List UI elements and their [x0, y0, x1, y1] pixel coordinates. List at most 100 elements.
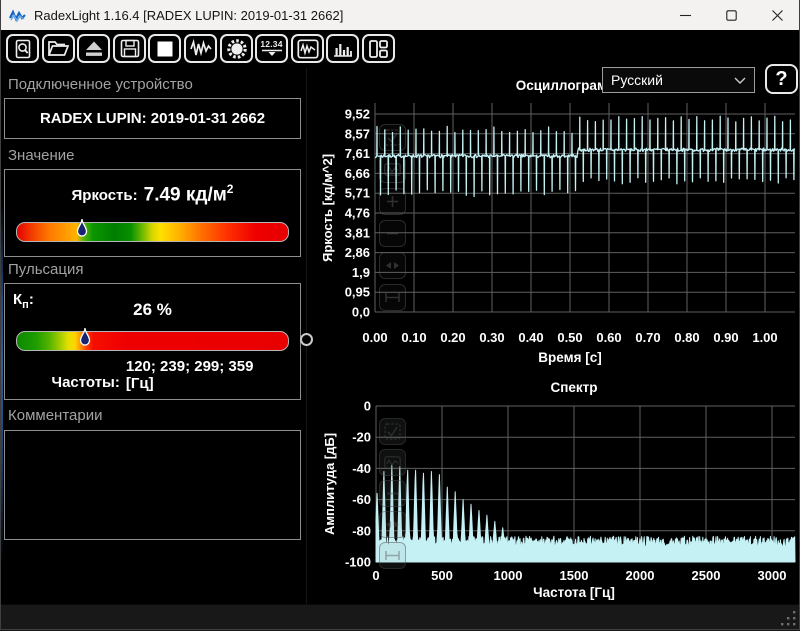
oscillogram-ylabel: Яркость [кд/м^2]: [320, 103, 335, 313]
svg-text:0: 0: [364, 399, 371, 414]
stop-measurement-button[interactable]: [148, 34, 181, 63]
svg-text:9,52: 9,52: [345, 107, 370, 122]
svg-text:1.00: 1.00: [752, 330, 777, 345]
bar-chart-icon: [332, 39, 354, 58]
frequencies-label: Частоты:: [52, 374, 120, 392]
chart-trace-button[interactable]: [379, 449, 406, 476]
svg-text:6,66: 6,66: [345, 166, 370, 181]
window-controls: [662, 0, 800, 30]
help-label: ?: [775, 68, 787, 91]
spectrum-chart: Спектр Амплитуда [дБ] Частота [Гц] 05001…: [318, 378, 800, 610]
layout-view-button[interactable]: [362, 34, 395, 63]
oscillogram-view-button[interactable]: [291, 34, 324, 63]
svg-text:0.70: 0.70: [635, 330, 660, 345]
device-section-header: Подключенное устройство: [8, 76, 193, 93]
resize-grip[interactable]: [781, 611, 796, 626]
save-icon: [120, 39, 140, 58]
minimize-button[interactable]: [662, 0, 708, 30]
language-select[interactable]: Русский: [602, 67, 755, 93]
fit-arrows-icon: [384, 517, 401, 532]
statusbar: [0, 604, 800, 631]
maximize-icon: [726, 10, 737, 21]
frequencies-value: 120; 239; 299; 359[Гц]: [126, 358, 254, 393]
svg-text:7,61: 7,61: [345, 146, 370, 161]
spectrum-xlabel: Частота [Гц]: [376, 585, 772, 600]
close-button[interactable]: [754, 0, 800, 30]
layout-icon: [368, 39, 389, 59]
svg-text:1000: 1000: [494, 568, 523, 583]
svg-text:-40: -40: [352, 461, 371, 476]
svg-text:-100: -100: [345, 555, 371, 570]
open-file-button[interactable]: [42, 34, 75, 63]
chart-select-button[interactable]: [379, 418, 406, 445]
svg-text:1,9: 1,9: [352, 265, 370, 280]
comments-section-header: Комментарии: [8, 407, 102, 424]
titlebar: RadexLight 1.16.4 [RADEX LUPIN: 2019-01-…: [0, 0, 800, 30]
svg-text:0.30: 0.30: [479, 330, 504, 345]
svg-text:0.10: 0.10: [401, 330, 426, 345]
svg-text:2,86: 2,86: [345, 245, 370, 260]
read-device-button[interactable]: [77, 34, 110, 63]
svg-text:2500: 2500: [692, 568, 721, 583]
language-value: Русский: [611, 72, 663, 88]
chart-zoom-out-button[interactable]: [379, 480, 406, 507]
svg-text:3000: 3000: [758, 568, 787, 583]
document-magnifier-icon: [12, 39, 34, 59]
brightness-marker-icon: [76, 217, 88, 241]
spectrum-title: Спектр: [376, 380, 772, 395]
pulsation-section-header: Пульсация: [8, 261, 83, 278]
svg-text:0.90: 0.90: [713, 330, 738, 345]
svg-text:0: 0: [372, 568, 379, 583]
comments-input[interactable]: [5, 431, 300, 539]
oscillogram-plot[interactable]: 0.000.100.200.300.400.500.600.700.800.90…: [318, 72, 800, 376]
oscillogram-xlabel: Время [с]: [375, 350, 765, 365]
frequencies-row: Частоты: 120; 239; 299; 359[Гц]: [5, 358, 300, 393]
oscillogram-icon: [297, 39, 319, 59]
value-box: Яркость: 7.49 кд/м2: [4, 169, 301, 257]
kp-value: 26 %: [5, 300, 300, 320]
report-preview-button[interactable]: [6, 34, 39, 63]
svg-text:-60: -60: [352, 492, 371, 507]
app-logo-icon: [9, 8, 26, 23]
comments-box: [4, 430, 301, 540]
open-folder-icon: [47, 39, 70, 58]
help-button[interactable]: ?: [765, 64, 798, 94]
eject-icon: [84, 40, 104, 58]
minus-icon: [385, 486, 400, 501]
splitter-handle[interactable]: [300, 333, 313, 346]
numeric-display-icon: 12.34: [260, 40, 282, 57]
maximize-button[interactable]: [708, 0, 754, 30]
chevron-down-icon: [734, 77, 746, 84]
gear-icon: [226, 38, 248, 60]
svg-text:-20: -20: [352, 430, 371, 445]
svg-text:0.20: 0.20: [440, 330, 465, 345]
window-title: RadexLight 1.16.4 [RADEX LUPIN: 2019-01-…: [34, 8, 343, 23]
wave-icon: [384, 456, 401, 469]
oscillogram-chart: Осциллограмма Яркость [кд/м^2] Время [с]…: [318, 72, 800, 376]
close-icon: [772, 10, 783, 21]
checkbox-icon: [384, 423, 401, 440]
svg-text:0.00: 0.00: [362, 330, 387, 345]
pulsation-marker-icon: [79, 326, 91, 350]
svg-text:0.40: 0.40: [518, 330, 543, 345]
edge-highlight: [0, 198, 3, 564]
brightness-gauge-bar: [16, 222, 289, 242]
svg-text:3,81: 3,81: [345, 225, 370, 240]
device-name: RADEX LUPIN: 2019-01-31 2662: [40, 110, 265, 127]
svg-text:0,95: 0,95: [345, 285, 370, 300]
record-button[interactable]: [220, 34, 253, 63]
svg-text:-80: -80: [352, 523, 371, 538]
value-section-header: Значение: [8, 147, 75, 164]
spectrum-view-button[interactable]: [326, 34, 359, 63]
chart-fit-button[interactable]: [379, 511, 406, 538]
svg-text:0.80: 0.80: [674, 330, 699, 345]
svg-text:4,76: 4,76: [345, 206, 370, 221]
start-measurement-button[interactable]: [184, 34, 217, 63]
chart-fit-horizontal-button[interactable]: [379, 542, 406, 569]
brightness-label: Яркость:: [72, 187, 138, 204]
svg-text:0,0: 0,0: [352, 305, 370, 320]
svg-text:8,57: 8,57: [345, 126, 370, 141]
numeric-view-button[interactable]: 12.34: [255, 34, 288, 63]
brightness-value: 7.49 кд/м2: [144, 182, 234, 206]
save-file-button[interactable]: [113, 34, 146, 63]
